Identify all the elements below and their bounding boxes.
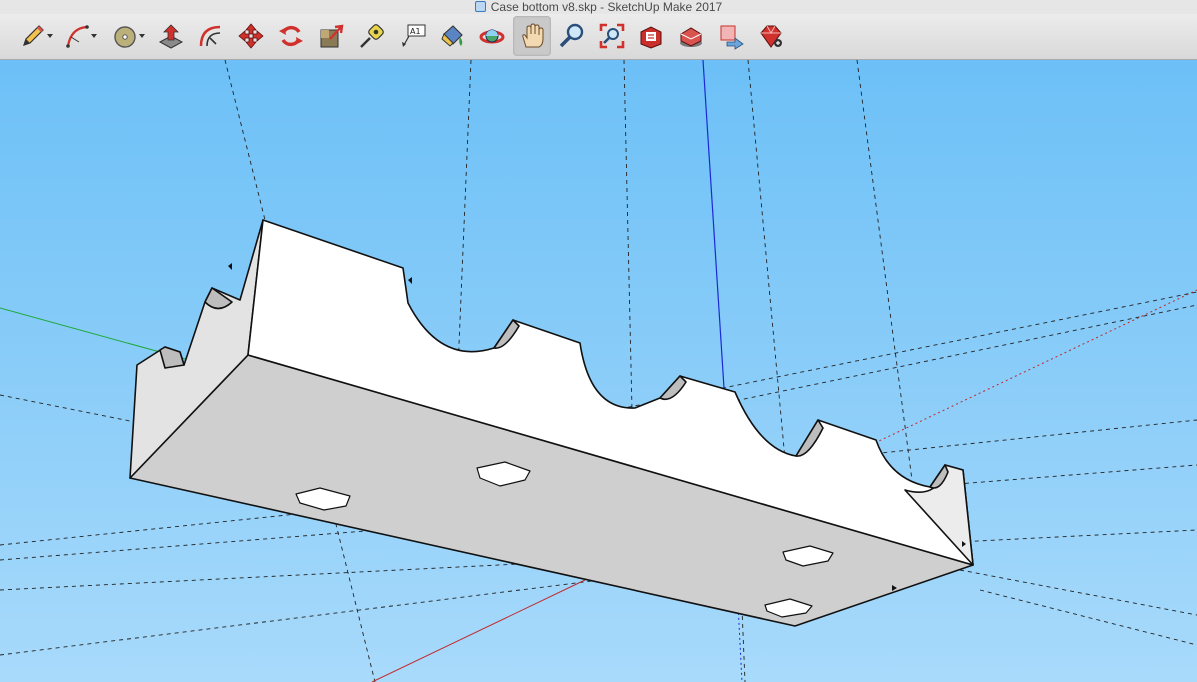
push-pull-icon	[158, 24, 184, 49]
rotate-tool-button[interactable]	[272, 16, 310, 56]
pencil-dropdown-arrow[interactable]	[47, 34, 53, 38]
scale-tool-button[interactable]	[313, 16, 351, 56]
extension-warehouse-icon	[760, 25, 782, 48]
circle-tool-button[interactable]	[106, 16, 145, 56]
circle-icon	[114, 26, 136, 48]
text-icon: A1	[402, 24, 426, 47]
zoom-tool-button[interactable]	[553, 16, 591, 56]
move-tool-button[interactable]	[232, 16, 270, 56]
tape-measure-icon	[360, 24, 384, 48]
window-title: Case bottom v8.skp - SketchUp Make 2017	[490, 0, 723, 14]
orbit-tool-button[interactable]	[473, 16, 511, 56]
orbit-icon	[479, 29, 505, 44]
model-canvas[interactable]	[0, 60, 1197, 682]
text-tool-button[interactable]: A1	[394, 16, 432, 56]
push-pull-tool-button[interactable]	[152, 16, 190, 56]
offset-tool-button[interactable]	[191, 16, 229, 56]
z-axis	[702, 60, 725, 389]
tape-measure-tool-button[interactable]	[353, 16, 391, 56]
paint-bucket-tool-button[interactable]	[433, 16, 471, 56]
arc-icon	[66, 25, 89, 48]
warehouse-icon	[640, 26, 662, 49]
offset-icon	[199, 25, 221, 47]
zoom-extents-tool-button[interactable]	[593, 16, 631, 56]
title-bar: Case bottom v8.skp - SketchUp Make 2017	[0, 0, 1197, 14]
pencil-icon	[23, 25, 44, 46]
extension-warehouse-tool-button[interactable]	[752, 16, 790, 56]
share-component-tool-button[interactable]	[712, 16, 750, 56]
3d-warehouse-tool-button[interactable]	[632, 16, 670, 56]
share-component-icon	[720, 25, 744, 50]
arc-dropdown-arrow[interactable]	[91, 34, 97, 38]
rotate-icon	[279, 25, 303, 47]
cutout-shade-2	[159, 346, 185, 369]
pan-tool-button[interactable]	[513, 16, 551, 56]
scale-icon	[320, 24, 344, 48]
share-model-icon	[680, 27, 702, 47]
case-bottom-model[interactable]	[129, 219, 974, 627]
arc-tool-button[interactable]	[58, 16, 97, 56]
pencil-tool-button[interactable]	[14, 16, 53, 56]
zoom-icon	[559, 23, 584, 48]
hand-icon	[522, 23, 544, 48]
document-icon	[474, 1, 486, 12]
paint-bucket-icon	[441, 25, 463, 47]
move-icon	[238, 23, 264, 49]
share-model-tool-button[interactable]	[672, 16, 710, 56]
zoom-extents-icon	[599, 23, 625, 49]
circle-dropdown-arrow[interactable]	[139, 34, 145, 38]
text-tool-label: A1	[410, 27, 421, 36]
main-toolbar: A1	[0, 14, 1197, 60]
model-viewport[interactable]	[0, 60, 1197, 682]
